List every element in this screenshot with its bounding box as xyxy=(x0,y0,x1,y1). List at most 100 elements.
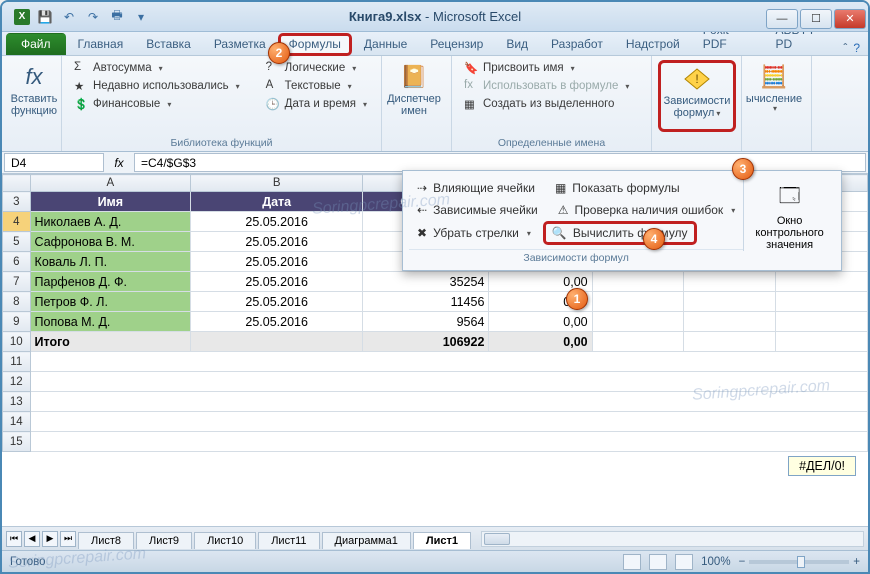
zoom-slider-knob[interactable] xyxy=(797,556,805,568)
rowhdr-10[interactable]: 10 xyxy=(3,332,31,352)
tab-addins[interactable]: Надстрой xyxy=(615,33,691,55)
cell-G10[interactable] xyxy=(776,332,868,352)
qat-undo-icon[interactable]: ↶ xyxy=(60,8,78,26)
cell-B4[interactable]: 25.05.2016 xyxy=(191,212,363,232)
cell-D10[interactable]: 0,00 xyxy=(489,332,592,352)
cell-C10[interactable]: 106922 xyxy=(363,332,489,352)
col-A[interactable]: A xyxy=(30,175,191,192)
remove-arrows-item[interactable]: ✖Убрать стрелки▾ xyxy=(409,221,539,245)
view-normal-button[interactable] xyxy=(623,554,641,570)
qat-save-icon[interactable]: 💾 xyxy=(36,8,54,26)
cell-B6[interactable]: 25.05.2016 xyxy=(191,252,363,272)
trace-precedents-item[interactable]: ⇢Влияющие ячейки xyxy=(409,177,543,199)
view-pagebreak-button[interactable] xyxy=(675,554,693,570)
rowhdr-13[interactable]: 13 xyxy=(3,392,31,412)
rowhdr-6[interactable]: 6 xyxy=(3,252,31,272)
cell-A9[interactable]: Попова М. Д. xyxy=(30,312,191,332)
cell-E7[interactable] xyxy=(592,272,684,292)
rowhdr-9[interactable]: 9 xyxy=(3,312,31,332)
cell-B10[interactable] xyxy=(191,332,363,352)
ribbon-minimize-icon[interactable]: ˆ xyxy=(843,41,847,55)
cell-A8[interactable]: Петров Ф. Л. xyxy=(30,292,191,312)
select-all-corner[interactable] xyxy=(3,175,31,192)
evaluate-formula-item[interactable]: 🔍Вычислить формулу xyxy=(543,221,697,245)
cell-F9[interactable] xyxy=(684,312,776,332)
lib-autosum[interactable]: ΣАвтосумма▾ xyxy=(68,60,246,76)
create-from-selection-button[interactable]: ▦Создать из выделенного xyxy=(458,96,645,112)
cell-G7[interactable] xyxy=(776,272,868,292)
horizontal-scrollbar[interactable] xyxy=(481,531,864,547)
tab-data[interactable]: Данные xyxy=(353,33,418,55)
cell-A10[interactable]: Итого xyxy=(30,332,191,352)
sheet-nav-first[interactable]: ⏮ xyxy=(6,531,22,547)
cells-row11[interactable] xyxy=(30,352,867,372)
rowhdr-12[interactable]: 12 xyxy=(3,372,31,392)
qat-more-icon[interactable]: ▾ xyxy=(132,8,150,26)
sheet-tab-10[interactable]: Лист10 xyxy=(194,532,256,549)
rowhdr-4[interactable]: 4 xyxy=(3,212,31,232)
assign-name-button[interactable]: 🔖Присвоить имя▾ xyxy=(458,60,645,76)
calculation-button[interactable]: 🧮 ычисление ▾ xyxy=(748,60,800,132)
tab-home[interactable]: Главная xyxy=(67,33,135,55)
cell-A6[interactable]: Коваль Л. П. xyxy=(30,252,191,272)
tab-file[interactable]: Файл xyxy=(6,33,66,55)
cell-C8[interactable]: 11456 xyxy=(363,292,489,312)
col-B[interactable]: B xyxy=(191,175,363,192)
tab-review[interactable]: Рецензир xyxy=(419,33,494,55)
sheet-nav-prev[interactable]: ◀ xyxy=(24,531,40,547)
formula-auditing-button[interactable]: ! Зависимости формул▾ xyxy=(658,60,736,132)
cell-E8[interactable] xyxy=(592,292,684,312)
cells-row13[interactable] xyxy=(30,392,867,412)
sheet-tab-1[interactable]: Лист1 xyxy=(413,532,471,549)
rowhdr-7[interactable]: 7 xyxy=(3,272,31,292)
lib-recent[interactable]: ★Недавно использовались▾ xyxy=(68,78,246,94)
close-button[interactable]: ✕ xyxy=(834,9,866,29)
qat-redo-icon[interactable]: ↷ xyxy=(84,8,102,26)
cell-B7[interactable]: 25.05.2016 xyxy=(191,272,363,292)
tab-developer[interactable]: Разработ xyxy=(540,33,614,55)
cell-A5[interactable]: Сафронова В. М. xyxy=(30,232,191,252)
cells-row14[interactable] xyxy=(30,412,867,432)
sheet-nav-last[interactable]: ⏭ xyxy=(60,531,76,547)
view-layout-button[interactable] xyxy=(649,554,667,570)
zoom-out-button[interactable]: − xyxy=(739,556,746,568)
cell-F10[interactable] xyxy=(684,332,776,352)
cell-E9[interactable] xyxy=(592,312,684,332)
cell-C7[interactable]: 35254 xyxy=(363,272,489,292)
trace-dependents-item[interactable]: ⇠Зависимые ячейки xyxy=(409,199,546,221)
qat-print-icon[interactable]: 🖶 xyxy=(108,8,126,26)
rowhdr-8[interactable]: 8 xyxy=(3,292,31,312)
sheet-tab-8[interactable]: Лист8 xyxy=(78,532,134,549)
header-date[interactable]: Дата xyxy=(191,192,363,212)
sheet-nav-next[interactable]: ▶ xyxy=(42,531,58,547)
rowhdr-5[interactable]: 5 xyxy=(3,232,31,252)
tab-insert[interactable]: Вставка xyxy=(135,33,202,55)
insert-function-button[interactable]: fx Вставить функцию xyxy=(8,60,60,132)
rowhdr-15[interactable]: 15 xyxy=(3,432,31,452)
cells-row12[interactable] xyxy=(30,372,867,392)
cells-row15[interactable] xyxy=(30,432,867,452)
cell-B5[interactable]: 25.05.2016 xyxy=(191,232,363,252)
header-name[interactable]: Имя xyxy=(30,192,191,212)
cell-G8[interactable] xyxy=(776,292,868,312)
rowhdr-11[interactable]: 11 xyxy=(3,352,31,372)
lib-financial[interactable]: 💲Финансовые▾ xyxy=(68,96,246,112)
watch-window-button[interactable]: 🗔 Окно контрольного значения xyxy=(743,177,835,251)
name-box[interactable]: D4 xyxy=(4,153,104,172)
cell-F8[interactable] xyxy=(684,292,776,312)
fx-icon-label[interactable]: fx xyxy=(106,152,132,173)
scrollbar-thumb[interactable] xyxy=(484,533,510,545)
cell-E10[interactable] xyxy=(592,332,684,352)
lib-datetime[interactable]: 🕒Дата и время▾ xyxy=(260,96,373,112)
cell-B8[interactable]: 25.05.2016 xyxy=(191,292,363,312)
sheet-tab-9[interactable]: Лист9 xyxy=(136,532,192,549)
cell-A7[interactable]: Парфенов Д. Ф. xyxy=(30,272,191,292)
cell-B9[interactable]: 25.05.2016 xyxy=(191,312,363,332)
help-icon[interactable]: ? xyxy=(853,41,860,55)
minimize-button[interactable]: — xyxy=(766,9,798,29)
name-manager-button[interactable]: 📔 Диспетчер имен xyxy=(388,60,440,132)
error-check-item[interactable]: ⚠Проверка наличия ошибок▾ xyxy=(550,199,743,221)
show-formulas-item[interactable]: ▦Показать формулы xyxy=(547,177,688,199)
rowhdr-14[interactable]: 14 xyxy=(3,412,31,432)
rowhdr-3[interactable]: 3 xyxy=(3,192,31,212)
